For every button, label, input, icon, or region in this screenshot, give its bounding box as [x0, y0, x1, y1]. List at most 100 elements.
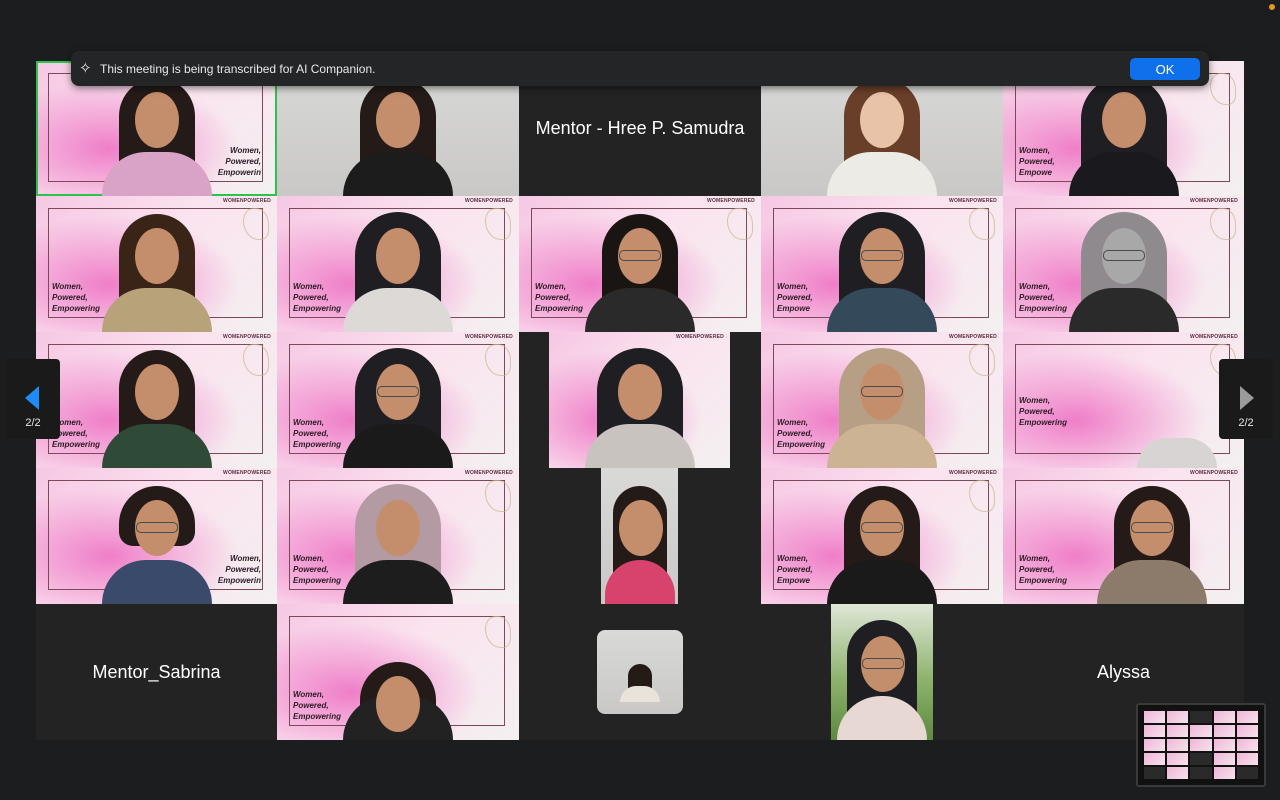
participant-figure: [343, 212, 453, 332]
banner-message: This meeting is being transcribed for AI…: [100, 61, 376, 76]
participant-figure: [827, 76, 937, 196]
participant-name: Mentor - Hree P. Samudra: [535, 118, 745, 138]
participant-video-feed: WOMENPOWERED: [549, 332, 730, 468]
page-indicator: 2/2: [25, 417, 41, 429]
brand-logo: WOMENPOWERED: [949, 334, 997, 340]
thumbnail-tile: [1236, 711, 1258, 723]
participant-video-tile[interactable]: WOMENPOWERED Women, Powered, Empowering: [1003, 332, 1244, 468]
participant-video-tile[interactable]: WOMENPOWERED Women, Powered, Empowering: [277, 332, 519, 468]
participant-video-tile[interactable]: WOMENPOWERED Women, Powered, Empowe: [761, 468, 1003, 604]
background-slogan: Women, Powered, Empowering: [1019, 282, 1068, 313]
brand-logo: WOMENPOWERED: [465, 470, 513, 476]
participant-video-tile[interactable]: [519, 604, 761, 740]
participant-video-tile[interactable]: WOMENPOWERED Women, Powered, Empowerin: [36, 468, 277, 604]
participant-figure: [827, 212, 937, 332]
participant-video-tile[interactable]: WOMENPOWERED Women, Powered, Empowering: [761, 332, 1003, 468]
brand-logo: WOMENPOWERED: [465, 198, 513, 204]
thumbnail-tile: [1190, 739, 1212, 751]
previous-page-button[interactable]: 2/2: [6, 359, 60, 439]
thumbnail-tile: [1167, 767, 1189, 779]
participant-video-tile[interactable]: WOMENPOWERED Women, Powered, Empowe: [761, 196, 1003, 332]
thumbnail-tile: [1190, 711, 1212, 723]
thumbnail-tile: [1167, 725, 1189, 737]
participant-figure: [1097, 484, 1208, 604]
participant-name-tile[interactable]: Mentor_Sabrina: [36, 604, 277, 740]
thumbnail-tile: [1167, 711, 1189, 723]
thumbnail-tile: [1144, 767, 1166, 779]
ai-companion-banner: ✧ This meeting is being transcribed for …: [71, 51, 1209, 86]
participant-video-tile[interactable]: WOMENPOWERED Women, Powered, Empowering: [277, 196, 519, 332]
participant-figure: [343, 348, 453, 468]
participant-video-tile[interactable]: WOMENPOWERED: [519, 332, 761, 468]
brand-logo: WOMENPOWERED: [707, 198, 755, 204]
background-slogan: Women, Powered, Empowe: [777, 554, 813, 585]
participant-video-tile[interactable]: WOMENPOWERED Women, Powered, Empowering: [519, 196, 761, 332]
background-slogan: Women, Powered, Empowe: [1019, 146, 1055, 177]
gallery-view: Women, Powered, Empowerin Mentor - Hree …: [36, 61, 1244, 740]
background-slogan: Women, Powered, Empowerin: [217, 146, 261, 177]
thumbnail-tile: [1213, 725, 1235, 737]
thumbnail-tile: [1236, 739, 1258, 751]
background-slogan: Women, Powered, Empowering: [1019, 396, 1068, 427]
background-slogan: Women, Powered, Empowering: [293, 418, 342, 449]
thumbnail-grid: [1144, 711, 1258, 779]
brand-logo: WOMENPOWERED: [223, 334, 271, 340]
participant-video-feed: [601, 468, 678, 604]
notification-dot: [1269, 4, 1275, 10]
participant-video-tile[interactable]: [519, 468, 761, 604]
brand-logo: WOMENPOWERED: [1190, 470, 1238, 476]
participant-figure: [827, 348, 937, 468]
background-slogan: Women, Powered, Empowerin: [217, 554, 261, 585]
participant-video-tile[interactable]: WOMENPOWERED Women, Powered, Empowering: [1003, 196, 1244, 332]
thumbnail-tile: [1190, 767, 1212, 779]
participant-figure: [101, 484, 212, 604]
participant-video-tile[interactable]: WOMENPOWERED Women, Powered, Empowering: [1003, 468, 1244, 604]
thumbnail-tile: [1236, 753, 1258, 765]
participant-video-tile[interactable]: WOMENPOWERED Women, Powered, Empowering: [277, 468, 519, 604]
thumbnail-tile: [1190, 753, 1212, 765]
ok-button[interactable]: OK: [1130, 58, 1200, 80]
participant-video-tile[interactable]: [761, 604, 1003, 740]
participant-figure: [101, 212, 212, 332]
participant-figure: [343, 484, 453, 604]
thumbnail-tile: [1190, 725, 1212, 737]
thumbnail-tile: [1213, 753, 1235, 765]
participant-video-tile[interactable]: WOMENPOWERED Women, Powered, Empowering: [36, 196, 277, 332]
background-slogan: Women, Powered, Empowering: [52, 282, 101, 313]
participant-video-tile[interactable]: Women, Powered, Empowering: [277, 604, 519, 740]
background-slogan: Women, Powered, Empowering: [293, 690, 342, 721]
background-slogan: Women, Powered, Empowering: [777, 418, 826, 449]
background-slogan: Women, Powered, Empowering: [535, 282, 584, 313]
participant-figure: [1068, 212, 1179, 332]
participant-figure: [585, 212, 695, 332]
thumbnail-tile: [1144, 711, 1166, 723]
participant-figure: [1136, 388, 1217, 468]
thumbnail-tile: [1236, 725, 1258, 737]
background-slogan: Women, Powered, Empowering: [293, 554, 342, 585]
brand-logo: WOMENPOWERED: [949, 470, 997, 476]
thumbnail-tile: [1144, 725, 1166, 737]
page-indicator: 2/2: [1238, 417, 1254, 429]
background-slogan: Women, Powered, Empowering: [1019, 554, 1068, 585]
participant-video-feed: [831, 604, 933, 740]
brand-logo: WOMENPOWERED: [676, 334, 724, 340]
sparkle-icon: ✧: [79, 59, 92, 77]
participant-figure: [343, 660, 453, 740]
thumbnail-tile: [1213, 767, 1235, 779]
participant-figure: [101, 76, 212, 196]
thumbnail-tile: [1144, 753, 1166, 765]
brand-logo: WOMENPOWERED: [949, 198, 997, 204]
participant-figure: [584, 348, 695, 468]
participant-figure: [604, 484, 675, 604]
background-slogan: Women, Powered, Empowe: [777, 282, 813, 313]
thumbnail-tile: [1213, 739, 1235, 751]
brand-logo: WOMENPOWERED: [223, 470, 271, 476]
participant-video-feed: [597, 630, 683, 714]
thumbnail-tile: [1167, 739, 1189, 751]
brand-logo: WOMENPOWERED: [1190, 334, 1238, 340]
gallery-thumbnail[interactable]: [1136, 703, 1266, 787]
next-page-button[interactable]: 2/2: [1219, 359, 1273, 439]
participant-video-tile[interactable]: WOMENPOWERED Women, Powered, Empowering: [36, 332, 277, 468]
thumbnail-tile: [1167, 753, 1189, 765]
participant-figure: [827, 484, 937, 604]
